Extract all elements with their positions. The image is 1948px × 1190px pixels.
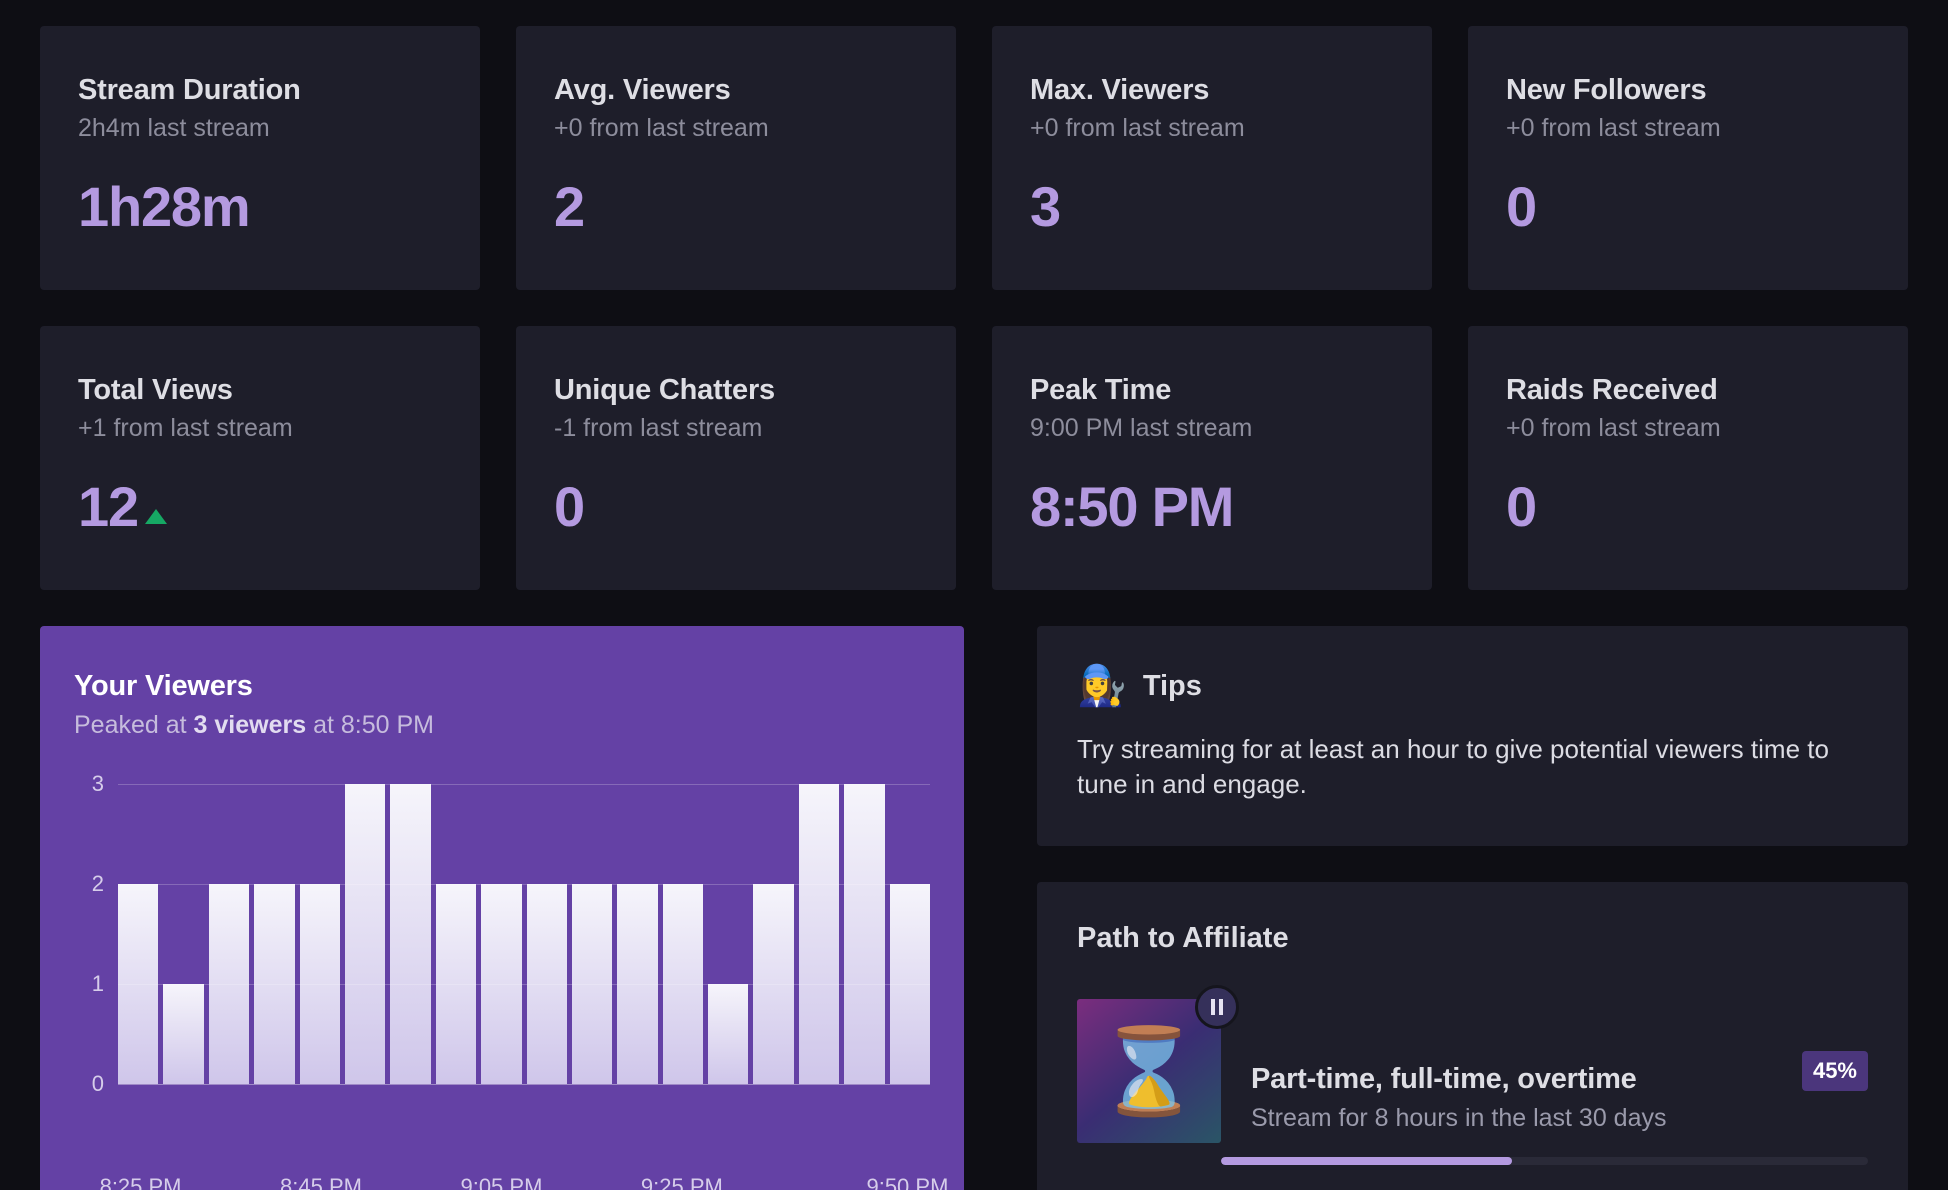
chart-bar[interactable] xyxy=(844,784,885,1084)
chart-x-axis: 8:25 PM 8:45 PM 9:05 PM 9:25 PM 9:50 PM xyxy=(100,1166,949,1190)
kpi-value-row: 0 xyxy=(1506,479,1870,535)
chart-x-tick-label: 8:45 PM xyxy=(280,1174,362,1190)
pause-icon[interactable] xyxy=(1195,985,1239,1030)
kpi-title: New Followers xyxy=(1506,74,1707,106)
tips-card: 👩‍🔧 Tips Try streaming for at least an h… xyxy=(1037,626,1908,847)
kpi-value: 0 xyxy=(554,475,585,539)
quest-name: Part-time, full-time, overtime xyxy=(1251,1063,1637,1096)
quest-thumbnail: ⌛ xyxy=(1077,985,1239,1144)
kpi-value: 0 xyxy=(1506,175,1537,239)
chart-gridline xyxy=(118,1084,930,1085)
chart-bar[interactable] xyxy=(344,784,386,1084)
viewers-bar-chart: 0 1 2 3 xyxy=(74,771,931,1096)
kpi-title: Stream Duration xyxy=(78,74,301,106)
chart-y-tick-label: 3 xyxy=(91,771,104,796)
kpi-value-row: 3 xyxy=(1030,179,1394,235)
viewers-peak-suffix: at 8:50 PM xyxy=(306,711,434,739)
kpi-title: Raids Received xyxy=(1506,374,1718,406)
quest-progress-track xyxy=(1221,1157,1868,1166)
tips-body-text: Try streaming for at least an hour to gi… xyxy=(1077,734,1829,800)
chart-bar[interactable] xyxy=(798,784,840,1084)
path-to-affiliate-card: Path to Affiliate ⌛ Part-time, full-time… xyxy=(1037,882,1908,1190)
kpi-title: Max. Viewers xyxy=(1030,74,1210,106)
chart-y-tick-label: 1 xyxy=(91,971,104,996)
chart-x-tick-label: 9:25 PM xyxy=(640,1174,723,1190)
kpi-title: Avg. Viewers xyxy=(554,74,731,106)
column-divider xyxy=(1000,626,1001,1190)
kpi-value: 12 xyxy=(78,475,139,539)
kpi-value: 3 xyxy=(1030,175,1061,239)
kpi-value: 0 xyxy=(1506,475,1537,539)
kpi-subtitle: +0 from last stream xyxy=(1506,414,1721,443)
kpi-title: Total Views xyxy=(78,374,233,406)
viewers-peak-summary: Peaked at 3 viewers at 8:50 PM xyxy=(74,711,930,740)
affiliate-quest-row[interactable]: ⌛ Part-time, full-time, overtime Stream … xyxy=(1077,985,1868,1144)
chart-gridline xyxy=(118,784,930,785)
kpi-card: Unique Chatters -1 from last stream 0 xyxy=(516,326,956,590)
kpi-subtitle: 2h4m last stream xyxy=(78,114,270,143)
hourglass-icon: ⌛ xyxy=(1096,1024,1202,1119)
lower-section: Your Viewers Peaked at 3 viewers at 8:50… xyxy=(40,626,1908,1190)
right-column: 👩‍🔧 Tips Try streaming for at least an h… xyxy=(1037,626,1908,1190)
kpi-value-row: 2 xyxy=(554,179,918,235)
chart-x-tick-label: 9:50 PM xyxy=(866,1174,949,1190)
quest-progress-badge: 45% xyxy=(1801,1051,1868,1092)
viewers-peak-prefix: Peaked at xyxy=(74,711,194,739)
kpi-value: 1h28m xyxy=(78,175,251,239)
kpi-card: Raids Received +0 from last stream 0 xyxy=(1468,326,1908,590)
quest-text-block: Part-time, full-time, overtime Stream fo… xyxy=(1251,1063,1802,1143)
kpi-card: Avg. Viewers +0 from last stream 2 xyxy=(516,26,956,290)
woman-technologist-icon: 👩‍🔧 xyxy=(1077,664,1127,708)
kpi-subtitle: -1 from last stream xyxy=(554,414,763,443)
kpi-grid: Stream Duration 2h4m last stream 1h28m Avg.… xyxy=(40,26,1908,590)
kpi-value-row: 0 xyxy=(1506,179,1870,235)
kpi-subtitle: +1 from last stream xyxy=(78,414,293,443)
viewers-card-title: Your Viewers xyxy=(74,670,253,702)
kpi-subtitle: +0 from last stream xyxy=(1506,114,1721,143)
kpi-card: New Followers +0 from last stream 0 xyxy=(1468,26,1908,290)
kpi-value-row: 12 xyxy=(78,479,442,535)
chart-gridline xyxy=(118,984,930,985)
kpi-title: Peak Time xyxy=(1030,374,1172,406)
kpi-title: Unique Chatters xyxy=(554,374,775,406)
kpi-value-row: 1h28m xyxy=(78,179,442,235)
chart-y-tick-label: 2 xyxy=(91,871,104,896)
viewers-peak-count: 3 viewers xyxy=(193,711,307,739)
chart-x-tick-label: 9:05 PM xyxy=(460,1174,543,1190)
kpi-value-row: 0 xyxy=(554,479,918,535)
kpi-card: Stream Duration 2h4m last stream 1h28m xyxy=(40,26,480,290)
kpi-value: 2 xyxy=(554,175,585,239)
chart-bar[interactable] xyxy=(163,984,204,1084)
kpi-value: 8:50 PM xyxy=(1030,475,1234,539)
affiliate-card-title: Path to Affiliate xyxy=(1077,922,1289,955)
kpi-card: Peak Time 9:00 PM last stream 8:50 PM xyxy=(992,326,1432,590)
chart-gridline xyxy=(118,884,930,885)
stream-summary-dashboard: Stream Duration 2h4m last stream 1h28m Avg.… xyxy=(0,0,1948,1190)
chart-bar[interactable] xyxy=(708,984,749,1084)
quest-progress-fill xyxy=(1221,1157,1513,1166)
chart-x-tick-label: 8:25 PM xyxy=(99,1174,182,1190)
chart-y-tick-label: 0 xyxy=(91,1071,104,1096)
your-viewers-card: Your Viewers Peaked at 3 viewers at 8:50… xyxy=(40,626,964,1190)
chart-bar[interactable] xyxy=(390,784,431,1084)
kpi-subtitle: +0 from last stream xyxy=(1030,114,1245,143)
chart-bars xyxy=(118,784,931,1084)
quest-description: Stream for 8 hours in the last 30 days xyxy=(1251,1104,1667,1133)
kpi-card: Total Views +1 from last stream 12 xyxy=(40,326,480,590)
kpi-subtitle: 9:00 PM last stream xyxy=(1030,414,1253,443)
kpi-card: Max. Viewers +0 from last stream 3 xyxy=(992,26,1432,290)
trend-up-icon xyxy=(144,509,167,525)
kpi-value-row: 8:50 PM xyxy=(1030,479,1394,535)
tips-header: 👩‍🔧 Tips xyxy=(1077,666,1868,706)
tips-title: Tips xyxy=(1142,669,1202,702)
kpi-subtitle: +0 from last stream xyxy=(554,114,769,143)
